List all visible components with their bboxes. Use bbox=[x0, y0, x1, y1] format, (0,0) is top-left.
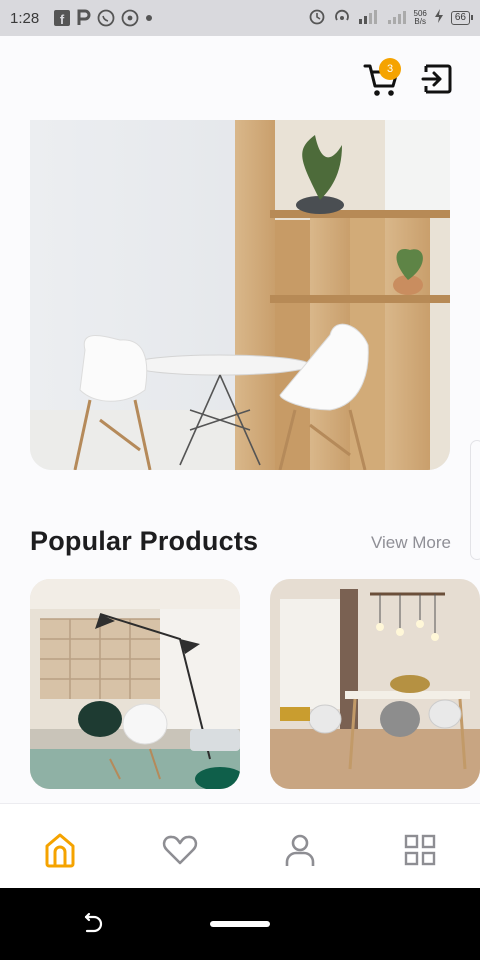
alarm-icon bbox=[308, 7, 326, 29]
carousel-edge bbox=[470, 440, 480, 560]
section-title: Popular Products bbox=[30, 526, 259, 556]
cart-count-badge: 3 bbox=[379, 58, 401, 80]
hotspot-status-icon bbox=[333, 7, 351, 29]
view-more-link[interactable]: View More bbox=[371, 533, 451, 553]
network-speed: 506 B/s bbox=[414, 10, 427, 26]
system-back-button[interactable] bbox=[80, 911, 106, 937]
bottom-navigation bbox=[0, 803, 480, 888]
grid-icon bbox=[404, 834, 436, 866]
status-bar: 1:28 f 506 B/s 66 bbox=[0, 0, 480, 36]
dot-icon bbox=[145, 14, 153, 22]
product-card[interactable] bbox=[270, 579, 480, 789]
nav-categories-button[interactable] bbox=[400, 830, 440, 870]
home-icon bbox=[45, 833, 75, 868]
product-image bbox=[30, 579, 240, 789]
battery-indicator: 66 bbox=[450, 11, 474, 25]
nav-favorites-button[interactable] bbox=[160, 830, 200, 870]
back-arrow-icon bbox=[84, 912, 103, 933]
top-header: 3 bbox=[0, 36, 480, 120]
paytm-icon bbox=[77, 9, 91, 27]
system-navigation-bar bbox=[0, 888, 480, 960]
charging-icon bbox=[434, 8, 444, 28]
signal-icon bbox=[387, 7, 407, 29]
heart-icon bbox=[162, 835, 198, 865]
svg-text:f: f bbox=[60, 12, 65, 27]
logout-icon bbox=[421, 64, 452, 94]
logout-button[interactable] bbox=[420, 62, 454, 96]
network-speed-unit: B/s bbox=[414, 17, 426, 26]
user-icon bbox=[285, 834, 315, 866]
signal-4g-icon bbox=[358, 7, 380, 29]
facebook-icon: f bbox=[53, 9, 71, 27]
product-card[interactable] bbox=[30, 579, 240, 789]
product-image bbox=[270, 579, 480, 789]
hero-banner-image[interactable] bbox=[30, 120, 450, 470]
status-time: 1:28 bbox=[10, 9, 40, 27]
nav-profile-button[interactable] bbox=[280, 830, 320, 870]
nav-home-button[interactable] bbox=[40, 830, 80, 870]
whatsapp-icon bbox=[97, 9, 115, 27]
hotspot-icon bbox=[121, 9, 139, 27]
system-home-pill[interactable] bbox=[210, 921, 270, 927]
